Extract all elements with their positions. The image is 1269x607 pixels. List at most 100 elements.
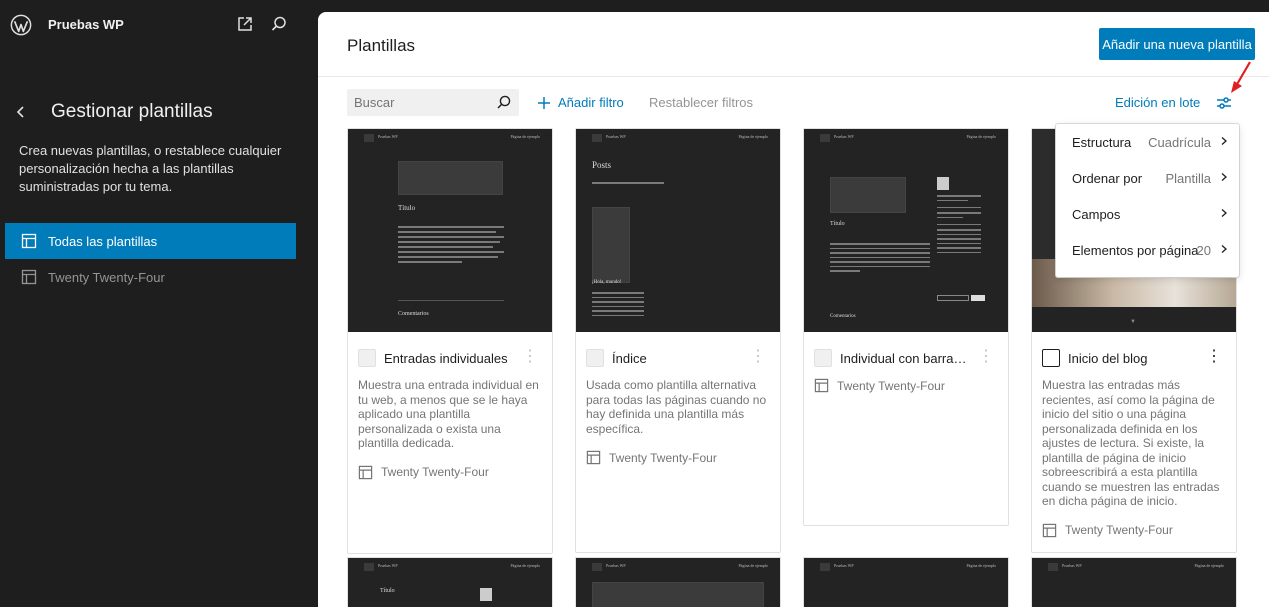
template-card[interactable]: Pruebas WP Página de ejemplo Posts ¡Hola… <box>575 128 781 553</box>
preview-post-title: ¡Hola, mundo! <box>592 280 622 285</box>
search-field[interactable] <box>347 89 519 116</box>
preview-text-lines <box>592 292 644 319</box>
more-actions-icon[interactable]: ⋮ <box>750 349 766 365</box>
search-icon[interactable] <box>270 15 288 33</box>
layout-icon <box>21 233 37 249</box>
preview-nav: Página de ejemplo <box>966 134 996 139</box>
chevron-down-icon: ▼ <box>1130 319 1136 325</box>
select-checkbox[interactable] <box>814 349 832 367</box>
template-name[interactable]: Individual con barra lateral <box>840 351 968 366</box>
preview-nav: Página de ejemplo <box>510 134 540 139</box>
template-card[interactable]: Pruebas WP Página de ejemplo Título <box>347 557 553 607</box>
template-author: Twenty Twenty-Four <box>576 450 780 465</box>
template-name[interactable]: Índice <box>612 351 647 366</box>
author-label: Twenty Twenty-Four <box>1065 523 1173 537</box>
layout-icon <box>586 450 601 465</box>
preview-text-lines <box>398 226 504 266</box>
menu-item-label: Elementos por página <box>1072 242 1199 258</box>
preview-comments: Comentarios <box>398 311 429 317</box>
search-icon <box>497 95 511 109</box>
select-checkbox[interactable] <box>358 349 376 367</box>
template-card[interactable]: Pruebas WP Página de ejemplo <box>575 557 781 607</box>
select-checkbox[interactable] <box>586 349 604 367</box>
author-label: Twenty Twenty-Four <box>837 378 945 393</box>
preview-image <box>398 161 503 195</box>
preview-nav: Página de ejemplo <box>738 563 768 568</box>
card-title-row: Entradas individuales ⋮ <box>348 332 552 378</box>
template-author: Twenty Twenty-Four <box>804 378 1008 393</box>
template-name[interactable]: Entradas individuales <box>384 351 508 366</box>
template-card[interactable]: Pruebas WP Página de ejemplo <box>1031 557 1237 607</box>
chevron-right-icon <box>1221 209 1227 217</box>
preview-logo <box>1048 563 1058 571</box>
preview-site-name: Pruebas WP <box>834 134 854 139</box>
menu-item-value: 20 <box>1196 242 1211 258</box>
preview-logo <box>592 134 602 142</box>
menu-item-per-page[interactable]: Elementos por página 20 <box>1056 232 1239 268</box>
preview-divider <box>398 300 504 301</box>
chevron-right-icon <box>1221 173 1227 181</box>
preview-image <box>592 207 630 283</box>
sidebar: Pruebas WP Gestionar plantillas Crea nue… <box>0 0 318 607</box>
site-name[interactable]: Pruebas WP <box>48 17 124 32</box>
preview-nav: Página de ejemplo <box>738 134 768 139</box>
reset-filters-button[interactable]: Restablecer filtros <box>649 95 753 110</box>
template-preview[interactable]: Pruebas WP Página de ejemplo Título Come… <box>804 129 1008 332</box>
sidebar-item-all-templates[interactable]: Todas las plantillas <box>5 223 296 259</box>
menu-item-layout[interactable]: Estructura Cuadrícula <box>1056 124 1239 160</box>
card-title-row: Individual con barra lateral ⋮ <box>804 332 1008 378</box>
sidebar-description: Crea nuevas plantillas, o restablece cua… <box>19 143 282 194</box>
template-card[interactable]: Pruebas WP Página de ejemplo Título Come… <box>347 128 553 554</box>
select-checkbox[interactable] <box>1042 349 1060 367</box>
preview-site-name: Pruebas WP <box>834 563 854 568</box>
template-card[interactable]: Pruebas WP Página de ejemplo <box>803 557 1009 607</box>
preview-site-name: Pruebas WP <box>606 134 626 139</box>
preview-image <box>592 582 764 607</box>
more-actions-icon[interactable]: ⋮ <box>522 349 538 365</box>
template-description: Usada como plantilla alternativa para to… <box>586 378 767 436</box>
more-actions-icon[interactable]: ⋮ <box>1206 349 1222 365</box>
view-options-icon[interactable] <box>1214 93 1234 113</box>
layout-icon <box>1042 523 1057 537</box>
preview-logo <box>820 563 830 571</box>
wordpress-logo-icon[interactable] <box>10 14 32 36</box>
annotation-arrow-icon <box>1231 61 1251 93</box>
add-new-template-button[interactable]: Añadir una nueva plantilla <box>1099 28 1255 60</box>
menu-item-sort-by[interactable]: Ordenar por Plantilla <box>1056 160 1239 196</box>
add-filter-label: Añadir filtro <box>558 95 624 110</box>
template-name[interactable]: Inicio del blog <box>1068 351 1148 366</box>
preview-site-name: Pruebas WP <box>606 563 626 568</box>
preview-logo <box>364 134 374 142</box>
template-preview[interactable]: Pruebas WP Página de ejemplo Título Come… <box>348 129 552 332</box>
template-author: Twenty Twenty-Four <box>348 465 552 480</box>
template-preview[interactable]: Pruebas WP Página de ejemplo Posts ¡Hola… <box>576 129 780 332</box>
preview-sidebar-lines <box>937 195 981 256</box>
preview-avatar <box>937 177 949 190</box>
layout-icon <box>21 269 37 285</box>
template-card[interactable]: Pruebas WP Página de ejemplo Título Come… <box>803 128 1009 526</box>
preview-comments: Comentarios <box>830 314 856 319</box>
preview-search-box <box>937 295 969 301</box>
sidebar-item-twenty-twenty-four[interactable]: Twenty Twenty-Four <box>5 259 296 295</box>
preview-title: Título <box>380 588 395 594</box>
sidebar-item-label: Todas las plantillas <box>48 233 158 249</box>
page-title: Plantillas <box>347 36 416 55</box>
preview-search-button <box>971 295 985 301</box>
back-chevron-icon[interactable] <box>12 101 32 123</box>
layout-icon <box>358 465 373 479</box>
template-description: Muestra una entrada individual en tu web… <box>358 378 539 450</box>
menu-item-fields[interactable]: Campos <box>1056 196 1239 232</box>
external-link-icon[interactable] <box>236 15 254 33</box>
sidebar-item-label: Twenty Twenty-Four <box>48 269 165 285</box>
add-filter-button[interactable]: Añadir filtro <box>537 95 624 110</box>
search-input[interactable] <box>347 89 492 116</box>
bulk-edit-button[interactable]: Edición en lote <box>1115 95 1200 110</box>
preview-nav: Página de ejemplo <box>966 563 996 568</box>
card-title-row: Inicio del blog ⋮ <box>1032 332 1236 378</box>
preview-avatar <box>480 588 492 601</box>
preview-text-lines <box>830 243 930 275</box>
preview-logo <box>592 563 602 571</box>
more-actions-icon[interactable]: ⋮ <box>978 349 994 365</box>
preview-site-name: Pruebas WP <box>378 134 398 139</box>
layout-icon <box>814 378 829 393</box>
